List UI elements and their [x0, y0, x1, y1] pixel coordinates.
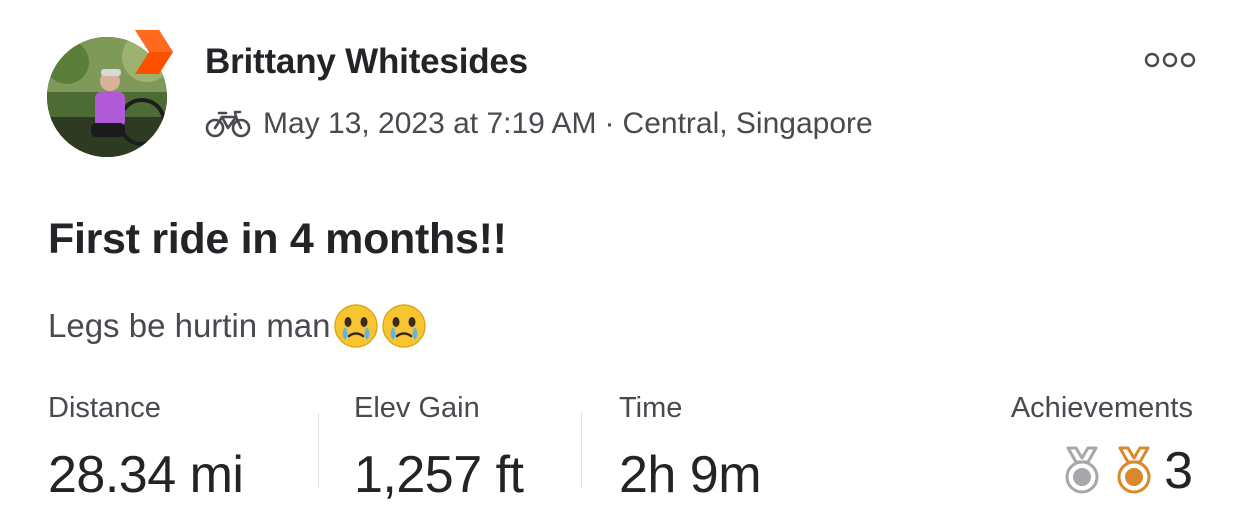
bike-icon: [205, 110, 251, 138]
activity-datetime[interactable]: May 13, 2023 at 7:19 AM: [263, 107, 597, 141]
face-holding-back-tears-emoji: [381, 304, 426, 348]
stat-value: 2h 9m: [619, 446, 762, 504]
stat-divider: [581, 413, 582, 488]
activity-description: Legs be hurtin man: [48, 302, 427, 350]
achievements-label: Achievements: [1010, 392, 1193, 424]
achievements-value[interactable]: 3: [1011, 441, 1193, 501]
athlete-name[interactable]: Brittany Whitesides: [205, 42, 528, 82]
stat-divider: [318, 413, 319, 488]
subscriber-badge-icon: [135, 30, 173, 74]
avatar-container[interactable]: [47, 30, 177, 160]
stat-label: Time: [619, 392, 683, 424]
activity-meta: May 13, 2023 at 7:19 AM · Central, Singa…: [205, 104, 873, 144]
stat-label: Distance: [48, 392, 161, 424]
activity-card: Brittany Whitesides May 13, 2023 at 7:19…: [0, 0, 1242, 530]
achievements-count: 3: [1164, 442, 1193, 500]
stat-time: Time 2h 9m: [619, 392, 762, 505]
stat-distance: Distance 28.34 mi: [48, 392, 244, 505]
activity-location: Central, Singapore: [622, 107, 873, 140]
face-holding-back-tears-emoji: [333, 304, 378, 348]
stat-value: 1,257 ft: [354, 446, 524, 504]
bronze-medal-icon: [1117, 446, 1151, 494]
stat-label: Elev Gain: [354, 392, 480, 424]
activity-title[interactable]: First ride in 4 months!!: [48, 215, 507, 264]
silver-medal-icon: [1065, 446, 1099, 494]
activity-description-text: Legs be hurtin man: [48, 307, 331, 344]
stat-value: 28.34 mi: [48, 446, 244, 504]
stat-elev-gain: Elev Gain 1,257 ft: [354, 392, 524, 505]
meta-separator: ·: [604, 107, 615, 140]
achievements[interactable]: Achievements 3: [1011, 392, 1193, 501]
more-options-icon[interactable]: [1140, 45, 1200, 75]
